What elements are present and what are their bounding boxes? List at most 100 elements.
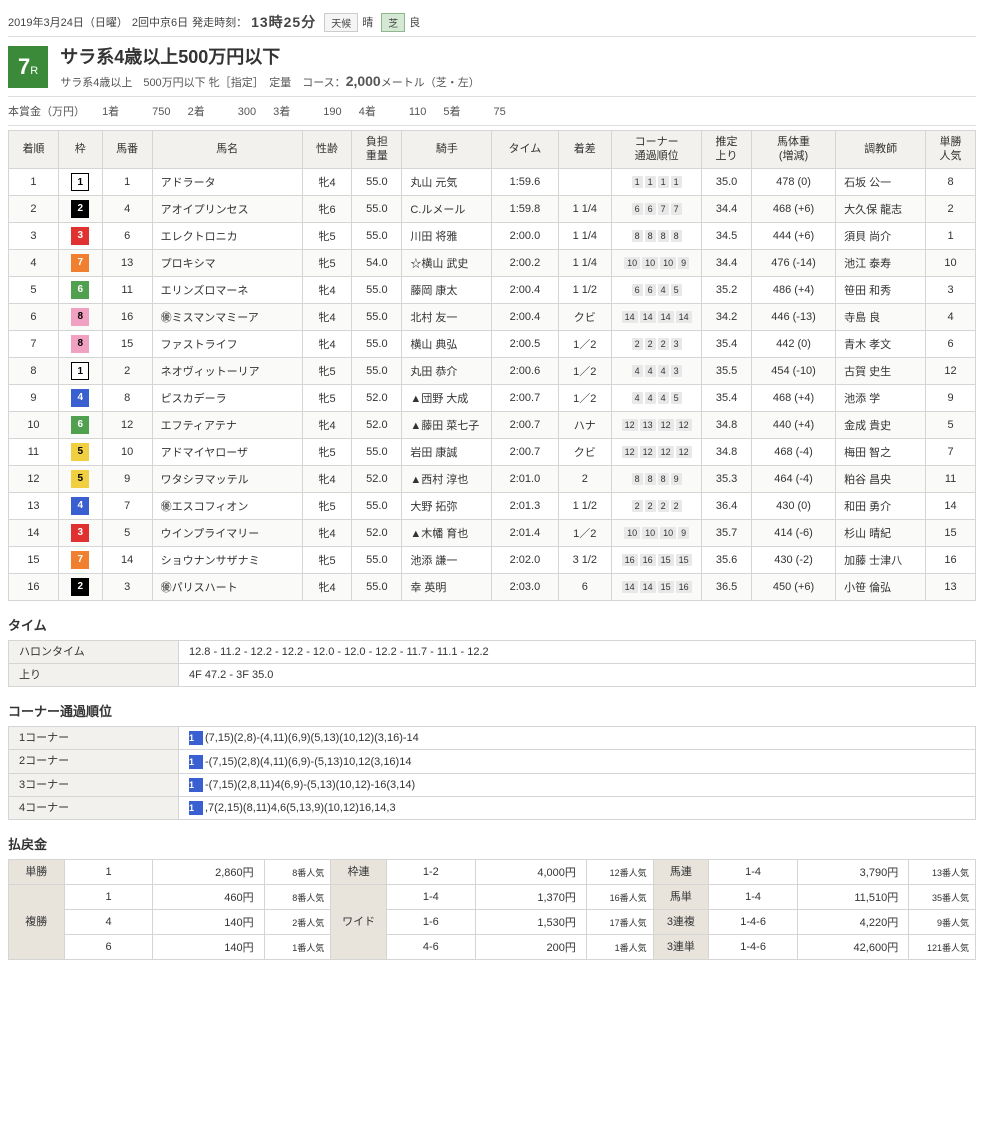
- time-section-title: タイム: [8, 615, 976, 634]
- cell-corner: 2222: [612, 492, 702, 519]
- cell-trainer[interactable]: 小笹 倫弘: [836, 573, 926, 600]
- cell-trainer[interactable]: 金成 貴史: [836, 411, 926, 438]
- cell-time: 2:00.7: [492, 411, 558, 438]
- cell-jockey[interactable]: 池添 謙一: [402, 546, 492, 573]
- corner-label: 2コーナー: [9, 750, 179, 773]
- cell-name[interactable]: ㊝エスコフィオン: [152, 492, 302, 519]
- cell-weight: 52.0: [352, 384, 402, 411]
- cell-jockey[interactable]: 北村 友一: [402, 303, 492, 330]
- payout-table: 単勝 1 2,860円 8番人気 枠連 1-2 4,000円 12番人気 馬連 …: [8, 859, 976, 960]
- cell-corner: 1111: [612, 168, 702, 195]
- payout-amt: 11,510円: [798, 885, 909, 910]
- cell-trainer[interactable]: 粕谷 昌央: [836, 465, 926, 492]
- cell-time: 2:00.4: [492, 276, 558, 303]
- cell-jockey[interactable]: ▲団野 大成: [402, 384, 492, 411]
- cell-corner: 1010109: [612, 249, 702, 276]
- prize-label: 本賞金（万円）: [8, 106, 85, 118]
- cell-num: 5: [102, 519, 152, 546]
- cell-jockey[interactable]: 横山 典弘: [402, 330, 492, 357]
- table-row: 5 6 11 エリンズロマーネ 牝4 55.0 藤岡 康太 2:00.4 1 1…: [9, 276, 976, 303]
- cell-name[interactable]: ㊝ミスマンマミーア: [152, 303, 302, 330]
- cell-pop: 16: [926, 546, 976, 573]
- cell-trainer[interactable]: 大久保 龍志: [836, 195, 926, 222]
- col-time: タイム: [492, 131, 558, 169]
- cell-pop: 5: [926, 411, 976, 438]
- cell-jockey[interactable]: ▲藤田 菜七子: [402, 411, 492, 438]
- cell-name[interactable]: アドマイヤローザ: [152, 438, 302, 465]
- cell-jockey[interactable]: 藤岡 康太: [402, 276, 492, 303]
- cell-jockey[interactable]: ▲西村 淳也: [402, 465, 492, 492]
- cell-bweight: 430 (0): [751, 492, 835, 519]
- cell-name[interactable]: アドラータ: [152, 168, 302, 195]
- cell-jockey[interactable]: ▲木幡 育也: [402, 519, 492, 546]
- cell-jockey[interactable]: 幸 英明: [402, 573, 492, 600]
- race-r: R: [30, 65, 38, 77]
- payout-row: 複勝 1 460円 8番人気 ワイド 1-4 1,370円 16番人気 馬単 1…: [9, 885, 976, 910]
- cell-trainer[interactable]: 寺島 良: [836, 303, 926, 330]
- cell-jockey[interactable]: ☆横山 武史: [402, 249, 492, 276]
- cell-name[interactable]: エレクトロニカ: [152, 222, 302, 249]
- cell-jockey[interactable]: 丸山 元気: [402, 168, 492, 195]
- cell-sex: 牝5: [302, 384, 352, 411]
- cell-weight: 55.0: [352, 276, 402, 303]
- agari-value: 4F 47.2 - 3F 35.0: [179, 663, 976, 686]
- cell-rank: 12: [9, 465, 59, 492]
- cell-jockey[interactable]: 川田 将雅: [402, 222, 492, 249]
- cell-trainer[interactable]: 加藤 士津八: [836, 546, 926, 573]
- cell-jockey[interactable]: 岩田 康誠: [402, 438, 492, 465]
- cell-trainer[interactable]: 池添 学: [836, 384, 926, 411]
- payout-pop: 13番人気: [909, 860, 976, 885]
- cell-pop: 15: [926, 519, 976, 546]
- cell-pop: 13: [926, 573, 976, 600]
- cell-time: 2:00.7: [492, 384, 558, 411]
- cell-jockey[interactable]: C.ルメール: [402, 195, 492, 222]
- cell-weight: 52.0: [352, 519, 402, 546]
- cell-margin: 2: [558, 465, 612, 492]
- cell-trainer[interactable]: 石坂 公一: [836, 168, 926, 195]
- cell-time: 2:01.4: [492, 519, 558, 546]
- cell-name[interactable]: エリンズロマーネ: [152, 276, 302, 303]
- cell-sex: 牝4: [302, 168, 352, 195]
- cell-corner: 6677: [612, 195, 702, 222]
- payout-combo: 1-2: [386, 860, 475, 885]
- cell-corner: 14141516: [612, 573, 702, 600]
- cell-name[interactable]: ファストライフ: [152, 330, 302, 357]
- cell-time: 2:02.0: [492, 546, 558, 573]
- cell-trainer[interactable]: 池江 泰寿: [836, 249, 926, 276]
- cell-trainer[interactable]: 笹田 和秀: [836, 276, 926, 303]
- cell-num: 6: [102, 222, 152, 249]
- cell-trainer[interactable]: 和田 勇介: [836, 492, 926, 519]
- cell-waku: 7: [58, 546, 102, 573]
- cell-pop: 7: [926, 438, 976, 465]
- cell-rank: 14: [9, 519, 59, 546]
- cell-name[interactable]: ネオヴィットーリア: [152, 357, 302, 384]
- cell-name[interactable]: ワタシヲマッテル: [152, 465, 302, 492]
- cell-name[interactable]: ショウナンサザナミ: [152, 546, 302, 573]
- cell-name[interactable]: ㊝パリスハート: [152, 573, 302, 600]
- race-meeting: 2回中京6日: [132, 14, 188, 30]
- cell-name[interactable]: ピスカデーラ: [152, 384, 302, 411]
- cell-trainer[interactable]: 杉山 晴紀: [836, 519, 926, 546]
- table-row: 15 7 14 ショウナンサザナミ 牝5 55.0 池添 謙一 2:02.0 3…: [9, 546, 976, 573]
- cell-corner: 14141414: [612, 303, 702, 330]
- cell-corner: 16161515: [612, 546, 702, 573]
- cell-jockey[interactable]: 丸田 恭介: [402, 357, 492, 384]
- cell-name[interactable]: ウインプライマリー: [152, 519, 302, 546]
- cell-num: 9: [102, 465, 152, 492]
- cell-trainer[interactable]: 須貝 尚介: [836, 222, 926, 249]
- cell-name[interactable]: アオイプリンセス: [152, 195, 302, 222]
- cell-trainer[interactable]: 古賀 史生: [836, 357, 926, 384]
- payout-combo: 4-6: [386, 935, 475, 960]
- cell-name[interactable]: エフティアテナ: [152, 411, 302, 438]
- payout-amt: 3,790円: [798, 860, 909, 885]
- cell-name[interactable]: プロキシマ: [152, 249, 302, 276]
- cell-trainer[interactable]: 梅田 智之: [836, 438, 926, 465]
- cell-sex: 牝4: [302, 330, 352, 357]
- cell-bweight: 450 (+6): [751, 573, 835, 600]
- cell-waku: 7: [58, 249, 102, 276]
- payout-amt: 140円: [153, 910, 264, 935]
- cell-jockey[interactable]: 大野 拓弥: [402, 492, 492, 519]
- results-table: 着順 枠 馬番 馬名 性齢 負担 重量 騎手 タイム 着差 コーナー 通過順位 …: [8, 130, 976, 601]
- cell-sex: 牝5: [302, 492, 352, 519]
- cell-trainer[interactable]: 青木 孝文: [836, 330, 926, 357]
